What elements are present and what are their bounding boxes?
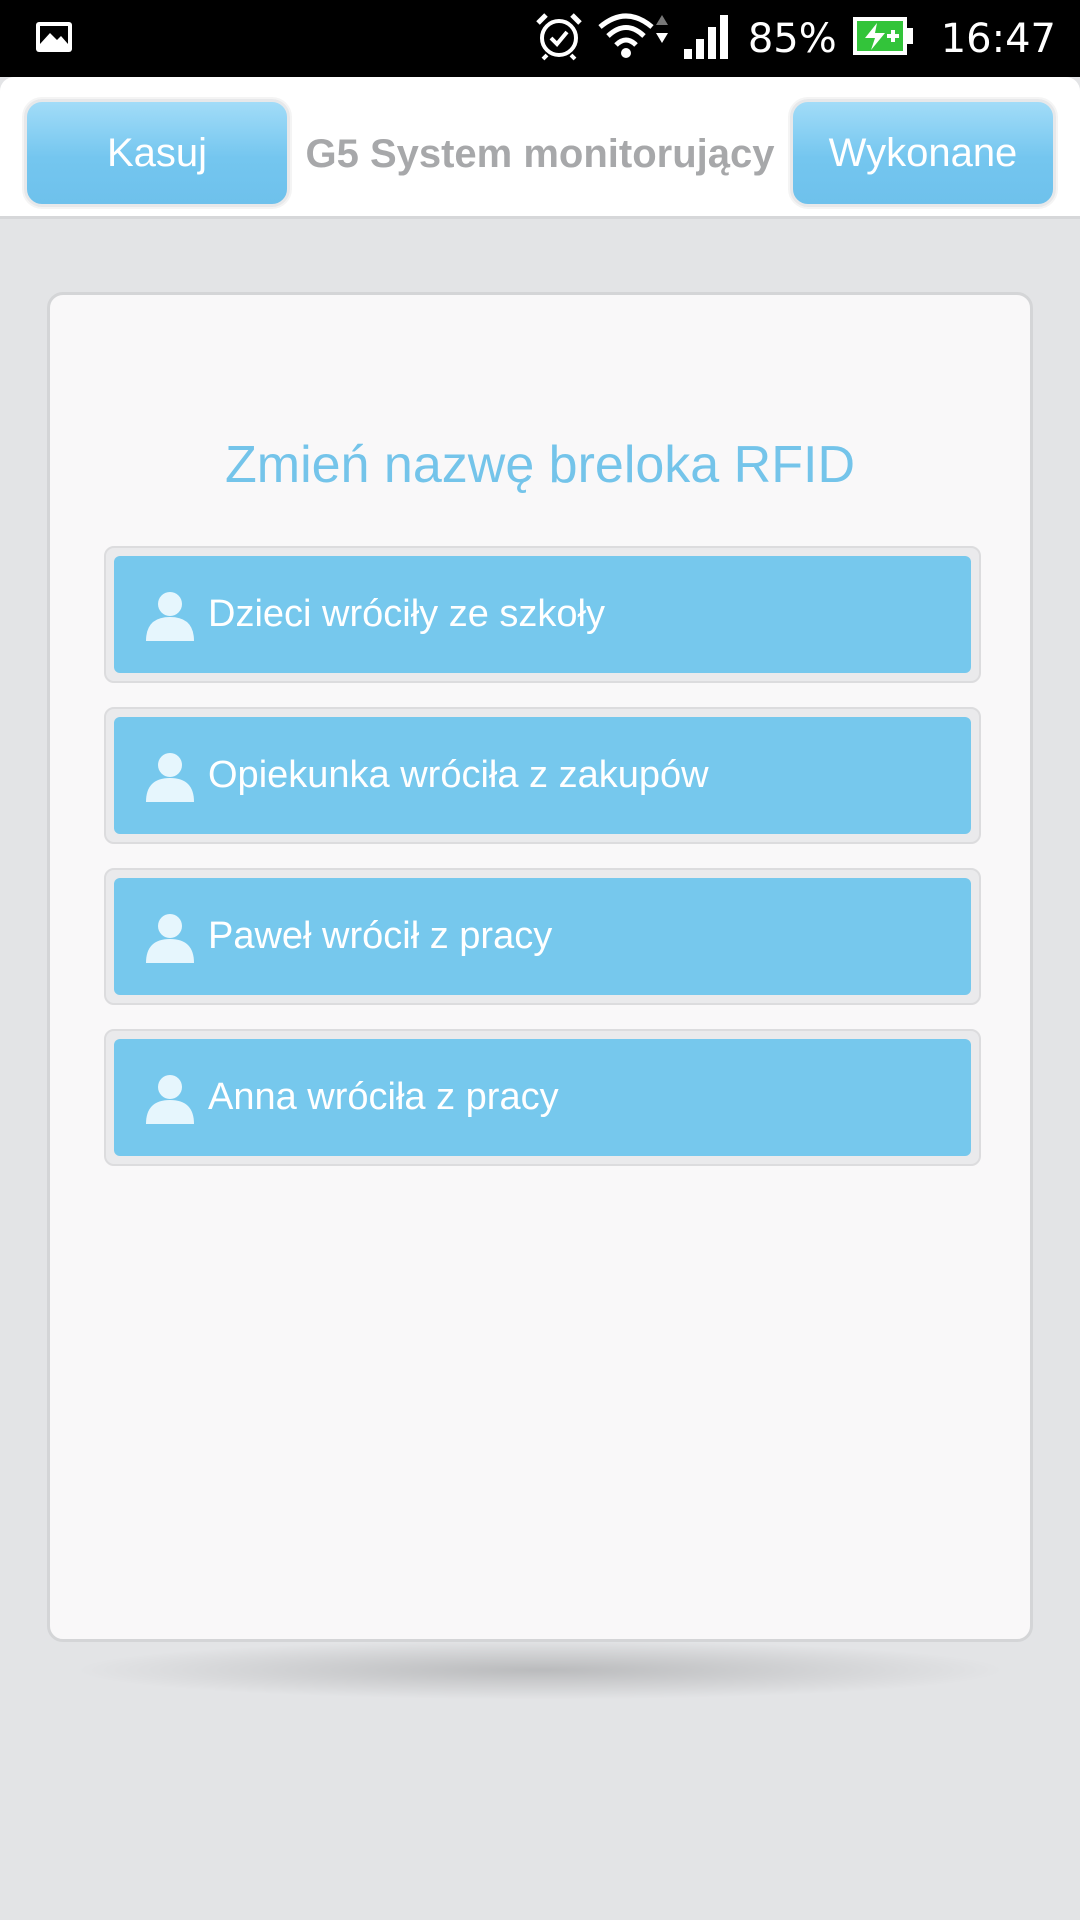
alarm-icon [534, 11, 584, 66]
signal-icon [682, 13, 734, 64]
done-button[interactable]: Wykonane [790, 99, 1056, 207]
rfid-tag-button[interactable]: Paweł wrócił z pracy [114, 878, 971, 995]
person-icon [146, 752, 194, 802]
card-shadow [70, 1640, 1010, 1700]
list-item[interactable]: Opiekunka wróciła z zakupów [104, 707, 981, 844]
app-title: G5 System monitorujący [305, 131, 775, 176]
list-item-label: Dzieci wróciły ze szkoły [208, 593, 605, 635]
rfid-tag-list: Dzieci wróciły ze szkoły Opiekunka wróci… [104, 546, 981, 1190]
image-notification-icon [34, 20, 74, 59]
status-bar: 85% 16:47 [0, 0, 1080, 77]
list-item-label: Opiekunka wróciła z zakupów [208, 754, 709, 796]
battery-charging-icon [851, 15, 915, 62]
rfid-tag-button[interactable]: Dzieci wróciły ze szkoły [114, 556, 971, 673]
list-item[interactable]: Paweł wrócił z pracy [104, 868, 981, 1005]
person-icon [146, 1074, 194, 1124]
list-item[interactable]: Anna wróciła z pracy [104, 1029, 981, 1166]
wifi-icon [598, 11, 668, 66]
person-icon [146, 591, 194, 641]
rfid-tag-button[interactable]: Anna wróciła z pracy [114, 1039, 971, 1156]
list-item[interactable]: Dzieci wróciły ze szkoły [104, 546, 981, 683]
person-icon [146, 913, 194, 963]
app-header: Kasuj G5 System monitorujący Wykonane [0, 77, 1080, 219]
battery-percent: 85% [747, 15, 837, 62]
rfid-tag-button[interactable]: Opiekunka wróciła z zakupów [114, 717, 971, 834]
clock: 16:47 [940, 15, 1056, 62]
rename-rfid-card: Zmień nazwę breloka RFID Dzieci wróciły … [47, 292, 1033, 1642]
cancel-button[interactable]: Kasuj [24, 99, 290, 207]
list-item-label: Paweł wrócił z pracy [208, 915, 553, 957]
list-item-label: Anna wróciła z pracy [208, 1076, 559, 1118]
card-title: Zmień nazwę breloka RFID [225, 436, 855, 494]
